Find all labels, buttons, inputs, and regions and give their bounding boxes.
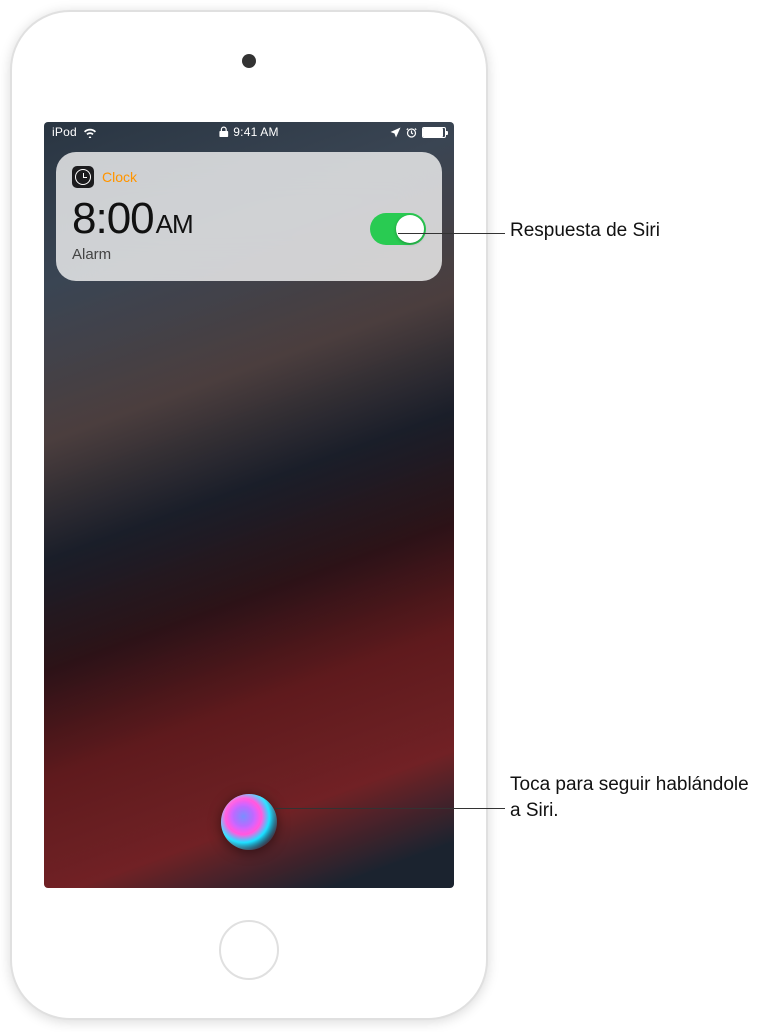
- callout-siri-continue: Toca para seguir hablándole a Siri.: [510, 772, 763, 823]
- callout-leader-2: [275, 808, 505, 809]
- alarm-row: 8:00AM Alarm: [72, 194, 426, 263]
- siri-response-card[interactable]: Clock 8:00AM Alarm: [56, 152, 442, 281]
- carrier-label: iPod: [52, 125, 77, 139]
- device-frame: iPod 9:41 AM: [10, 10, 488, 1020]
- device-speaker: [242, 54, 256, 68]
- lock-icon: [219, 126, 228, 138]
- status-center: 9:41 AM: [219, 125, 278, 139]
- alarm-label: Alarm: [72, 246, 193, 263]
- callout-siri-response: Respuesta de Siri: [510, 218, 660, 244]
- siri-orb-button[interactable]: [221, 794, 277, 850]
- alarm-time-block: 8:00AM Alarm: [72, 194, 193, 263]
- screen: iPod 9:41 AM: [44, 122, 454, 888]
- callout-leader-1: [398, 233, 505, 234]
- wifi-icon: [83, 127, 97, 138]
- alarm-time: 8:00AM: [72, 194, 193, 244]
- clock-app-icon: [72, 166, 94, 188]
- toggle-knob: [396, 215, 424, 243]
- home-button[interactable]: [219, 920, 279, 980]
- status-right: [390, 127, 446, 138]
- card-header: Clock: [72, 166, 426, 188]
- battery-icon: [422, 127, 446, 138]
- front-camera: [242, 54, 256, 68]
- status-left: iPod: [52, 125, 97, 139]
- alarm-toggle[interactable]: [370, 213, 426, 245]
- app-name-label: Clock: [102, 169, 137, 185]
- location-icon: [390, 127, 401, 138]
- alarm-status-icon: [406, 127, 417, 138]
- status-time: 9:41 AM: [233, 125, 278, 139]
- status-bar: iPod 9:41 AM: [44, 122, 454, 142]
